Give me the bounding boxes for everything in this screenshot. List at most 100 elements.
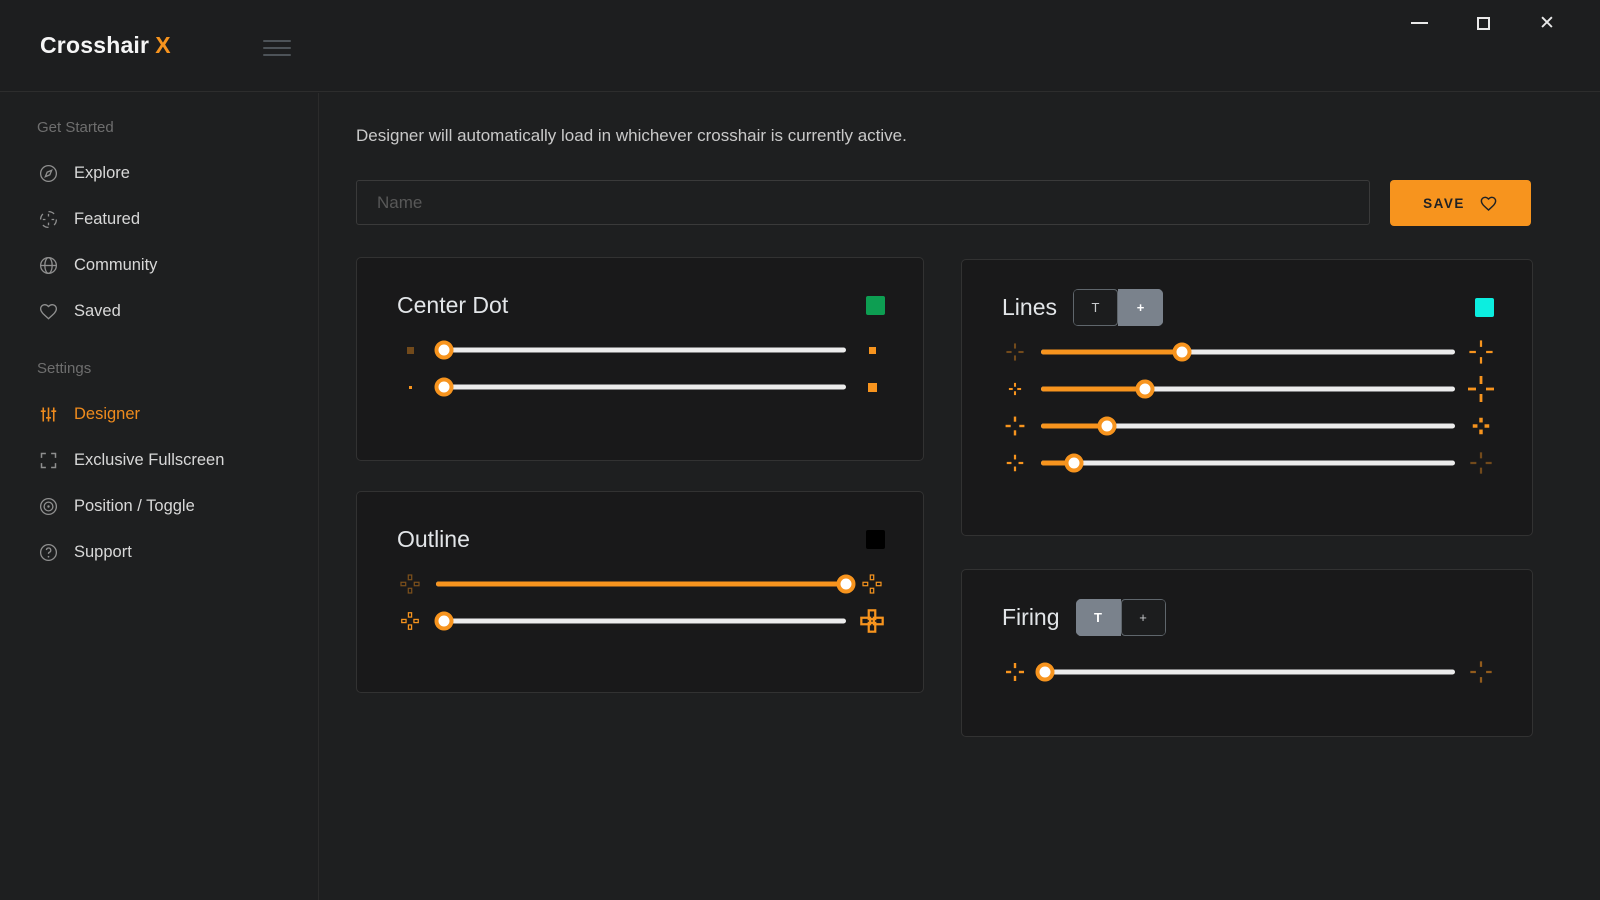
menu-icon[interactable] [263,40,291,61]
firing-title: Firing [1002,604,1060,631]
firing-card: Firing T + [961,569,1533,737]
slider-thumb[interactable] [1172,343,1191,362]
crosshair-large-icon [1468,376,1494,402]
center-dot-size-row [397,377,885,397]
outline-color-swatch[interactable] [866,530,885,549]
crosshair-thick-outline-icon [859,608,885,634]
firing-error-row [1002,662,1494,682]
target-icon [37,495,59,517]
sliders-icon [37,403,59,425]
save-button-label: SAVE [1423,196,1465,211]
lines-card: Lines T + [961,259,1533,536]
sidebar-item-saved[interactable]: Saved [0,288,318,334]
lines-toggle-t-button[interactable]: T [1073,289,1118,326]
firing-toggle-t-button[interactable]: T [1076,599,1121,636]
close-icon: ✕ [1539,14,1555,33]
sidebar-item-exclusive-fullscreen[interactable]: Exclusive Fullscreen [0,437,318,483]
sidebar-item-label: Explore [74,164,130,183]
sidebar-item-label: Featured [74,210,140,229]
crosshair-solid-icon [1002,450,1028,476]
slider-thumb[interactable] [435,341,454,360]
outline-thickness-row [397,611,885,631]
app-logo: CrosshairX [40,32,171,59]
slider-thumb[interactable] [1036,663,1055,682]
crosshair-tight-icon [1002,659,1028,685]
sidebar: Get Started Explore Featured Community S… [0,93,319,900]
crosshair-thick-dash-icon [1468,413,1494,439]
lines-color-swatch[interactable] [1475,298,1494,317]
close-button[interactable]: ✕ [1534,10,1560,36]
center-dot-opacity-slider[interactable] [436,340,846,360]
sidebar-item-support[interactable]: Support [0,529,318,575]
scope-icon [37,208,59,230]
slider-thumb[interactable] [1135,380,1154,399]
sidebar-item-label: Designer [74,405,140,424]
firing-style-toggle: T + [1076,599,1166,636]
fullscreen-icon [37,449,59,471]
sidebar-item-label: Community [74,256,157,275]
sidebar-item-label: Saved [74,302,121,321]
outline-opacity-slider[interactable] [436,574,846,594]
maximize-icon [1477,17,1490,30]
lines-toggle-plus-button[interactable]: + [1118,289,1163,326]
minimize-icon [1411,22,1428,24]
main-content: Designer will automatically load in whic… [320,93,1600,900]
sidebar-item-explore[interactable]: Explore [0,150,318,196]
window-controls: ✕ [1406,8,1560,38]
outline-title: Outline [397,526,470,553]
sidebar-item-designer[interactable]: Designer [0,391,318,437]
firing-toggle-plus-button[interactable]: + [1121,599,1166,636]
logo-brand: Crosshair [40,32,149,58]
crosshair-thin-outline-icon [397,608,423,634]
lines-gap-slider[interactable] [1041,416,1455,436]
compass-icon [37,162,59,184]
center-dot-title: Center Dot [397,292,508,319]
crosshair-spread-dim-icon [1468,659,1494,685]
slider-thumb[interactable] [1098,417,1117,436]
section-label-get-started: Get Started [0,119,318,136]
crosshair-small-icon [1002,376,1028,402]
center-dot-size-slider[interactable] [436,377,846,397]
sidebar-item-featured[interactable]: Featured [0,196,318,242]
outline-thickness-slider[interactable] [436,611,846,631]
slider-thumb[interactable] [837,575,856,594]
center-dot-card: Center Dot [356,257,924,461]
logo-accent: X [155,32,171,58]
lines-thickness-slider[interactable] [1041,379,1455,399]
crosshair-faded-icon [1468,450,1494,476]
crosshair-outline-icon [859,571,885,597]
globe-icon [37,254,59,276]
crosshair-gap-icon [1002,413,1028,439]
lines-opacity-slider[interactable] [1041,453,1455,473]
lines-title: Lines [1002,294,1057,321]
minimize-button[interactable] [1406,10,1432,36]
lines-length-row [1002,342,1494,362]
heart-icon [1479,194,1498,213]
firing-error-slider[interactable] [1041,662,1455,682]
title-bar: CrosshairX ✕ [0,0,1600,92]
maximize-button[interactable] [1470,10,1496,36]
outline-opacity-row [397,574,885,594]
dot-small-icon [397,374,423,400]
lines-length-slider[interactable] [1041,342,1455,362]
designer-description: Designer will automatically load in whic… [356,126,907,146]
center-dot-color-swatch[interactable] [866,296,885,315]
dot-dim-icon [397,337,423,363]
crosshair-long-icon [1468,339,1494,365]
sidebar-item-label: Support [74,543,132,562]
lines-thickness-row [1002,379,1494,399]
sidebar-item-position-toggle[interactable]: Position / Toggle [0,483,318,529]
slider-thumb[interactable] [435,378,454,397]
dot-large-icon [859,374,885,400]
slider-thumb[interactable] [435,612,454,631]
crosshair-name-input[interactable] [356,180,1370,225]
center-dot-opacity-row [397,340,885,360]
sidebar-item-community[interactable]: Community [0,242,318,288]
section-label-settings: Settings [0,360,318,377]
crosshair-outline-dim-icon [397,571,423,597]
slider-thumb[interactable] [1065,454,1084,473]
lines-style-toggle: T + [1073,289,1163,326]
save-button[interactable]: SAVE [1390,180,1531,226]
sidebar-item-label: Exclusive Fullscreen [74,451,224,470]
crosshair-short-dim-icon [1002,339,1028,365]
